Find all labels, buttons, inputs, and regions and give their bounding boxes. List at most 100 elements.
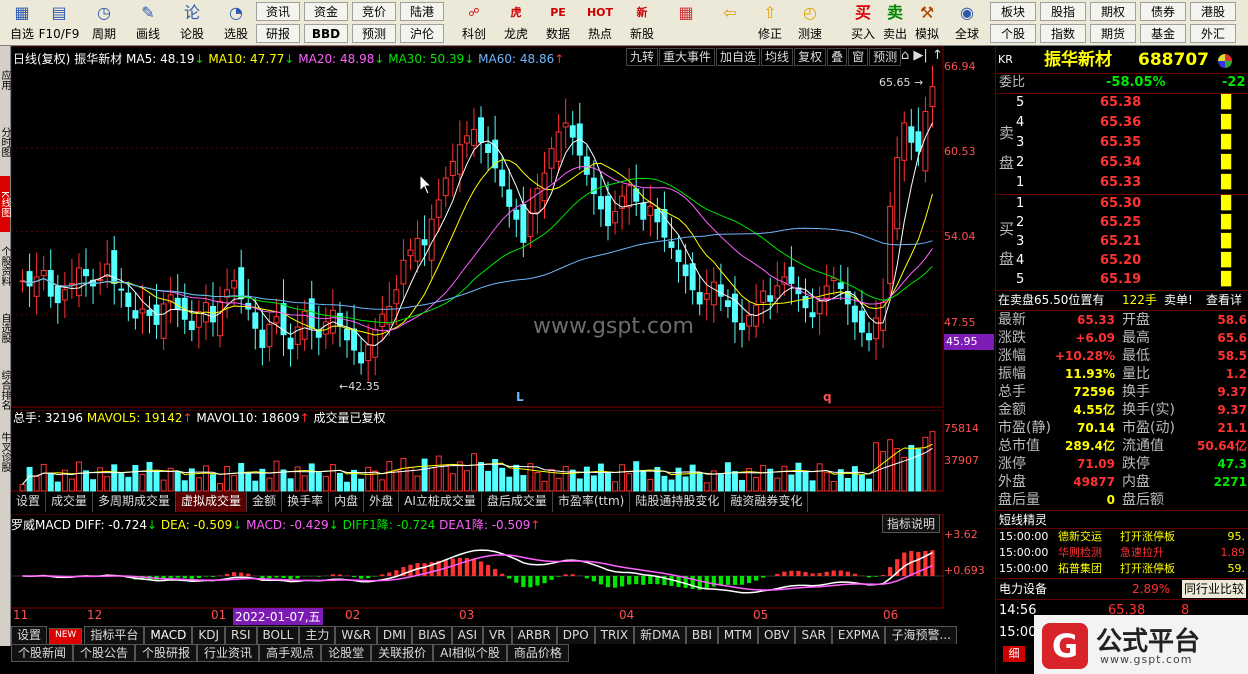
left-tab-6[interactable]: 牛叉诊股 bbox=[0, 424, 10, 480]
indicator-tab-14[interactable]: DPO bbox=[556, 626, 595, 644]
qiquan-button[interactable]: 期权 bbox=[1090, 2, 1136, 21]
news-tab-3[interactable]: 行业资讯 bbox=[197, 644, 260, 662]
indicator-tab-12[interactable]: VR bbox=[483, 626, 512, 644]
volume-tab-10[interactable]: 市盈率(ttm) bbox=[553, 492, 631, 512]
buy-level-row[interactable]: 5 65.19 █ bbox=[996, 271, 1248, 289]
sell-level-row[interactable]: 5 65.38 █ bbox=[996, 94, 1248, 112]
buy-level-row[interactable]: 4 65.20 █ bbox=[996, 252, 1248, 270]
kline-chart-area[interactable]: 日线(复权) 振华新材 MA5: 48.19↓ MA10: 47.77↓ MA2… bbox=[11, 46, 994, 626]
trade-2-button[interactable]: ⚒ 模拟 bbox=[912, 1, 942, 45]
trade-0-button[interactable]: 买买入 bbox=[848, 1, 878, 45]
global-button[interactable]: ◉ 全球 bbox=[948, 1, 986, 45]
news-tab-6[interactable]: 关联报价 bbox=[371, 644, 434, 662]
volume-tab-1[interactable]: 成交量 bbox=[46, 492, 94, 512]
toolbar2-3-button[interactable]: HOT 热点 bbox=[580, 1, 620, 45]
indicator-tab-9[interactable]: DMI bbox=[376, 626, 413, 644]
buy-level-row[interactable]: 3 65.21 █ bbox=[996, 233, 1248, 251]
indicator-tab-15[interactable]: TRIX bbox=[594, 626, 635, 644]
sell-level-row[interactable]: 1 65.33 █ bbox=[996, 174, 1248, 192]
toolbar-2-button[interactable]: ◷ 周期 bbox=[84, 1, 124, 45]
toolbar2-4-button[interactable]: 新新股 bbox=[622, 1, 662, 45]
toolbar3-3-button[interactable]: ◴ 测速 bbox=[792, 1, 828, 45]
yuce-button[interactable]: 预测 bbox=[352, 24, 396, 43]
volume-tab-5[interactable]: 换手率 bbox=[282, 492, 330, 512]
news-tab-1[interactable]: 个股公告 bbox=[73, 644, 136, 662]
trade-1-button[interactable]: 卖卖出 bbox=[880, 1, 910, 45]
left-tab-0[interactable]: 应用 bbox=[0, 52, 10, 108]
indicator-tab-20[interactable]: SAR bbox=[795, 626, 832, 644]
left-tab-1[interactable]: 分时图 bbox=[0, 114, 10, 170]
zijin-button[interactable]: 资金 bbox=[304, 2, 348, 21]
toolbar2-0-button[interactable]: ☍ 科创 bbox=[454, 1, 494, 45]
toolbar-4-button[interactable]: 论论股 bbox=[172, 1, 212, 45]
lugang-button[interactable]: 陆港 bbox=[400, 2, 444, 21]
toolbar3-2-button[interactable]: ⇧ 修正 bbox=[752, 1, 788, 45]
toolbar2-2-button[interactable]: PE 数据 bbox=[538, 1, 578, 45]
volume-tab-9[interactable]: 盘后成交量 bbox=[482, 492, 553, 512]
indicator-tab-21[interactable]: EXPMA bbox=[831, 626, 886, 644]
left-tab-3[interactable]: 个股资料 bbox=[0, 238, 10, 294]
indicator-tab-7[interactable]: 主力 bbox=[299, 626, 336, 644]
volume-tab-3[interactable]: 虚拟成交量 bbox=[176, 492, 248, 512]
indicator-tab-4[interactable]: KDJ bbox=[192, 626, 225, 644]
indicator-tab-11[interactable]: ASI bbox=[451, 626, 484, 644]
volume-tab-12[interactable]: 融资融券变化 bbox=[725, 492, 809, 512]
volume-tab-8[interactable]: AI立桩成交量 bbox=[399, 492, 482, 512]
indicator-tab-6[interactable]: BOLL bbox=[256, 626, 300, 644]
buy-level-row[interactable]: 1 65.30 █ bbox=[996, 195, 1248, 213]
zixun-button[interactable]: 资讯 bbox=[256, 2, 300, 21]
jingjia-button[interactable]: 竞价 bbox=[352, 2, 396, 21]
indicator-tab-17[interactable]: BBI bbox=[685, 626, 718, 644]
qihuo-button[interactable]: 期货 bbox=[1090, 24, 1136, 43]
indicator-tab-22[interactable]: 子海预警... bbox=[885, 626, 957, 644]
bankuai-button[interactable]: 板块 bbox=[990, 2, 1036, 21]
toolbar-3-button[interactable]: ✎ 画线 bbox=[128, 1, 168, 45]
guzhi-button[interactable]: 股指 bbox=[1040, 2, 1086, 21]
indicator-tab-19[interactable]: OBV bbox=[757, 626, 796, 644]
toolbar-1-button[interactable]: ▤ F10/F9 bbox=[36, 1, 82, 45]
sell-level-row[interactable]: 2 65.34 █ bbox=[996, 154, 1248, 172]
indicator-tab-8[interactable]: W&R bbox=[335, 626, 377, 644]
volume-tab-7[interactable]: 外盘 bbox=[364, 492, 400, 512]
sector-name[interactable]: 电力设备 bbox=[999, 580, 1047, 598]
bbd-button[interactable]: BBD bbox=[304, 24, 348, 43]
jingling-row[interactable]: 15:00:00 拓普集团 打开涨停板 59. bbox=[996, 561, 1248, 577]
order-alert-link[interactable]: 查看详 bbox=[1206, 291, 1242, 309]
news-tab-5[interactable]: 论股堂 bbox=[321, 644, 372, 662]
pie-icon[interactable] bbox=[1218, 54, 1232, 68]
gegu-button[interactable]: 个股 bbox=[990, 24, 1036, 43]
indicator-tab-18[interactable]: MTM bbox=[717, 626, 758, 644]
jingling-title[interactable]: 短线精灵 bbox=[999, 511, 1047, 529]
jijin-button[interactable]: 基金 bbox=[1140, 24, 1186, 43]
jingling-row[interactable]: 15:00:00 华则检测 急速拉升 1.89 bbox=[996, 545, 1248, 561]
left-tab-5[interactable]: 综合排名 bbox=[0, 362, 10, 418]
detail-tab[interactable]: 细 bbox=[1003, 646, 1025, 662]
sector-compare-button[interactable]: 同行业比较 bbox=[1182, 580, 1247, 598]
volume-tab-2[interactable]: 多周期成交量 bbox=[93, 492, 177, 512]
indicator-tab-16[interactable]: 新DMA bbox=[634, 626, 686, 644]
news-tab-8[interactable]: 商品价格 bbox=[506, 644, 569, 662]
news-tab-2[interactable]: 个股研报 bbox=[135, 644, 198, 662]
left-tab-4[interactable]: 自选股 bbox=[0, 300, 10, 356]
toolbar-5-button[interactable]: ◔ 选股 bbox=[216, 1, 256, 45]
buy-level-row[interactable]: 2 65.25 █ bbox=[996, 214, 1248, 232]
volume-tab-4[interactable]: 金额 bbox=[247, 492, 283, 512]
news-tab-0[interactable]: 个股新闻 bbox=[11, 644, 74, 662]
volume-tab-0[interactable]: 设置 bbox=[11, 492, 47, 512]
hulun-button[interactable]: 沪伦 bbox=[400, 24, 444, 43]
zhishu-button[interactable]: 指数 bbox=[1040, 24, 1086, 43]
zhaiquan-button[interactable]: 债券 bbox=[1140, 2, 1186, 21]
news-tab-7[interactable]: AI相似个股 bbox=[433, 644, 507, 662]
volume-tab-11[interactable]: 陆股通持股变化 bbox=[630, 492, 726, 512]
volume-tab-6[interactable]: 内盘 bbox=[329, 492, 365, 512]
indicator-tab-10[interactable]: BIAS bbox=[412, 626, 452, 644]
toolbar3-1-button[interactable]: ⇦ bbox=[712, 1, 748, 45]
toolbar2-1-button[interactable]: 虎龙虎 bbox=[496, 1, 536, 45]
yanbao-button[interactable]: 研报 bbox=[256, 24, 300, 43]
jingling-row[interactable]: 15:00:00 德新交运 打开涨停板 95. bbox=[996, 529, 1248, 545]
sell-level-row[interactable]: 4 65.36 █ bbox=[996, 114, 1248, 132]
news-tab-4[interactable]: 高手观点 bbox=[259, 644, 322, 662]
ganggu-button[interactable]: 港股 bbox=[1190, 2, 1236, 21]
indicator-tab-0[interactable]: 设置 bbox=[11, 626, 48, 644]
indicator-tab-1[interactable]: NEW bbox=[49, 628, 83, 644]
